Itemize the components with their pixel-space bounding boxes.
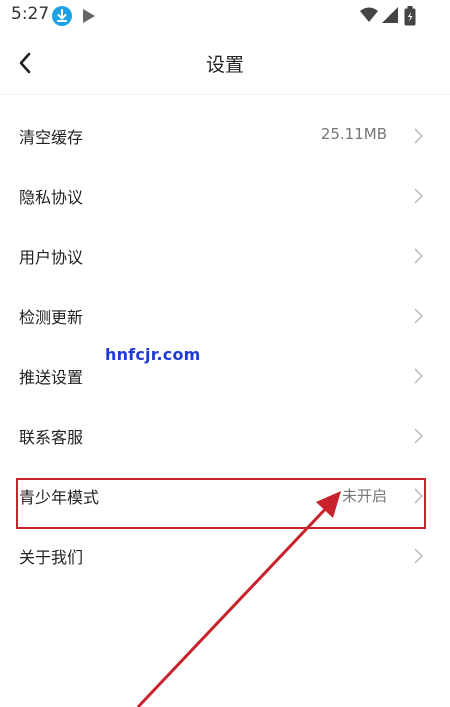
setting-about-us[interactable]: 关于我们 bbox=[0, 526, 450, 586]
chevron-right-icon bbox=[412, 247, 424, 265]
chevron-right-icon bbox=[412, 127, 424, 145]
setting-user-agreement[interactable]: 用户协议 bbox=[0, 226, 450, 286]
page-title: 设置 bbox=[205, 54, 244, 76]
setting-label: 用户协议 bbox=[19, 248, 84, 267]
chevron-right-icon bbox=[412, 307, 424, 325]
setting-label: 隐私协议 bbox=[19, 188, 84, 207]
setting-label: 关于我们 bbox=[19, 548, 84, 567]
status-bar: 5:27 bbox=[0, 0, 450, 32]
setting-label: 推送设置 bbox=[19, 368, 84, 387]
setting-contact-support[interactable]: 联系客服 bbox=[0, 406, 450, 466]
watermark-text: hnfcjr.com bbox=[105, 345, 201, 364]
signal-icon bbox=[381, 7, 399, 28]
header-bar: 设置 bbox=[0, 32, 450, 95]
download-icon bbox=[52, 6, 72, 26]
setting-check-update[interactable]: 检测更新 bbox=[0, 286, 450, 346]
chevron-right-icon bbox=[412, 367, 424, 385]
cache-size-value: 25.11MB bbox=[320, 125, 387, 143]
setting-label: 清空缓存 bbox=[19, 128, 84, 147]
highlight-box bbox=[16, 478, 426, 529]
chevron-right-icon bbox=[412, 547, 424, 565]
setting-label: 联系客服 bbox=[19, 428, 84, 447]
setting-clear-cache[interactable]: 清空缓存 25.11MB bbox=[0, 106, 450, 166]
battery-icon bbox=[404, 6, 416, 30]
wifi-icon bbox=[360, 7, 378, 27]
chevron-right-icon bbox=[412, 187, 424, 205]
play-icon bbox=[82, 8, 96, 28]
setting-push-settings[interactable]: 推送设置 bbox=[0, 346, 450, 406]
status-time: 5:27 bbox=[11, 4, 50, 24]
chevron-right-icon bbox=[412, 427, 424, 445]
setting-label: 检测更新 bbox=[19, 308, 84, 327]
setting-privacy-policy[interactable]: 隐私协议 bbox=[0, 166, 450, 226]
